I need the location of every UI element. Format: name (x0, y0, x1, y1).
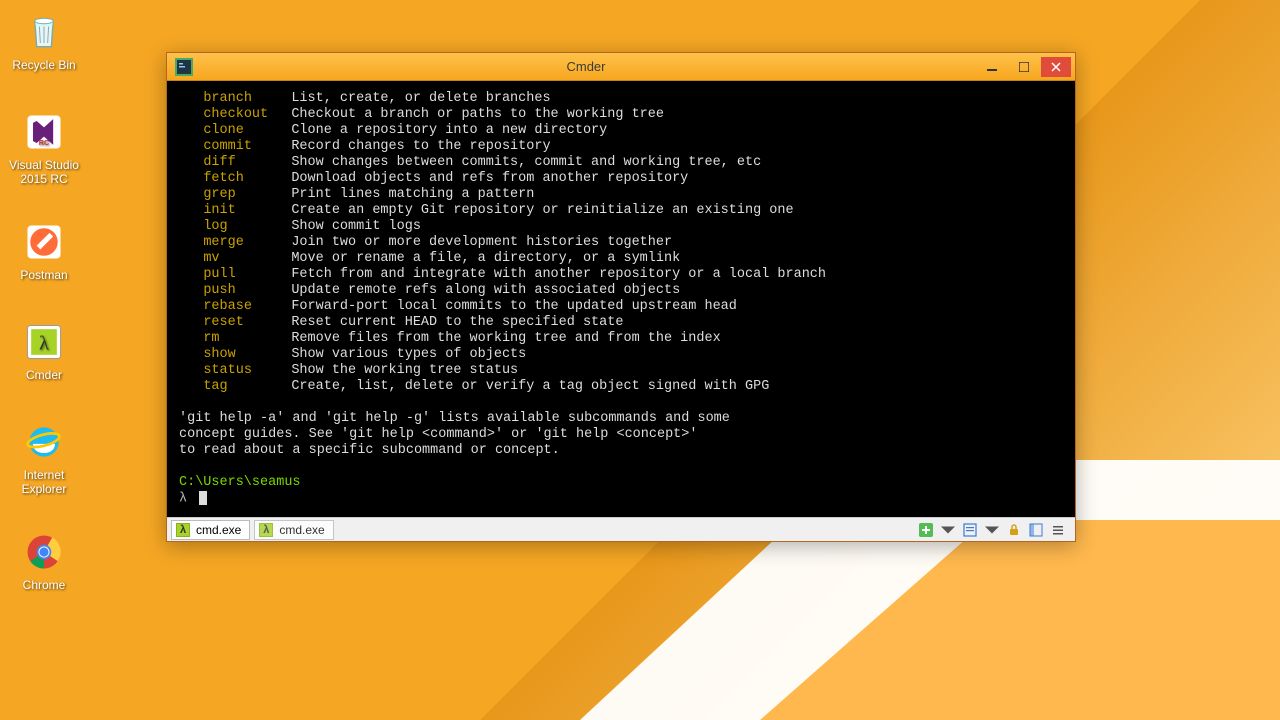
tab-cmd-1[interactable]: λ cmd.exe (171, 520, 250, 540)
cmder-window: Cmder branchList, create, or delete bran… (166, 52, 1076, 542)
desktop-icon-label: Cmder (6, 368, 82, 382)
tab-cmd-2[interactable]: λ cmd.exe (254, 520, 333, 540)
maximize-button[interactable] (1009, 57, 1039, 77)
desktop-icon-label: Postman (6, 268, 82, 282)
menu-button[interactable] (1049, 521, 1067, 539)
tab-label: cmd.exe (196, 523, 241, 537)
new-tab-button[interactable] (917, 521, 935, 539)
desktop-icon-postman[interactable]: Postman (6, 218, 82, 282)
window-title: Cmder (197, 59, 975, 74)
terminal-output[interactable]: branchList, create, or delete branches c… (167, 81, 1075, 517)
desktop-icon-internet-explorer[interactable]: Internet Explorer (6, 418, 82, 496)
console-dropdown[interactable] (983, 521, 1001, 539)
tab-label: cmd.exe (279, 523, 324, 537)
desktop-icon-visual-studio[interactable]: RC Visual Studio 2015 RC (6, 108, 82, 186)
visual-studio-icon: RC (20, 108, 68, 156)
cmder-titlebar-icon (175, 58, 193, 76)
desktop-icon-label: Recycle Bin (6, 58, 82, 72)
postman-icon (20, 218, 68, 266)
toolbar-button-1[interactable] (1027, 521, 1045, 539)
chrome-icon (20, 528, 68, 576)
desktop-icon-label: Chrome (6, 578, 82, 592)
lambda-icon: λ (259, 523, 273, 537)
recycle-bin-icon (20, 8, 68, 56)
desktop-icon-chrome[interactable]: Chrome (6, 528, 82, 592)
cmder-icon: λ (20, 318, 68, 366)
statusbar: λ cmd.exe λ cmd.exe (167, 517, 1075, 541)
minimize-button[interactable] (977, 57, 1007, 77)
internet-explorer-icon (20, 418, 68, 466)
close-button[interactable] (1041, 57, 1071, 77)
lock-button[interactable] (1005, 521, 1023, 539)
desktop-icon-label: Visual Studio 2015 RC (6, 158, 82, 186)
titlebar[interactable]: Cmder (167, 53, 1075, 81)
console-settings-button[interactable] (961, 521, 979, 539)
svg-text:RC: RC (39, 138, 50, 147)
new-tab-dropdown[interactable] (939, 521, 957, 539)
desktop-icon-cmder[interactable]: λ Cmder (6, 318, 82, 382)
desktop-icon-recycle-bin[interactable]: Recycle Bin (6, 8, 82, 72)
desktop-icon-label: Internet Explorer (6, 468, 82, 496)
lambda-icon: λ (176, 523, 190, 537)
svg-text:λ: λ (39, 332, 49, 354)
